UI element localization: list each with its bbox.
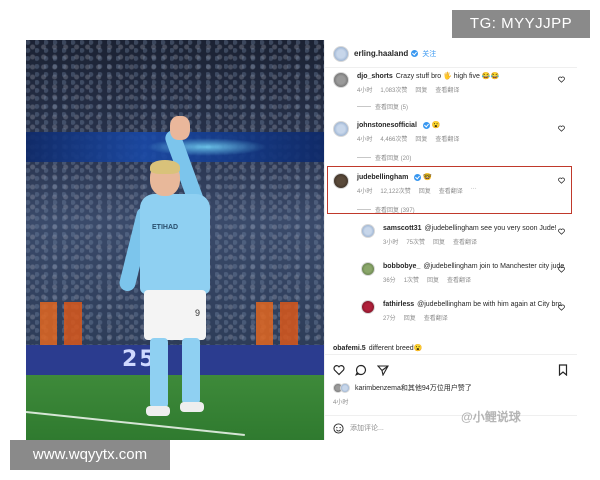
reply-likes[interactable]: 1次赞 — [404, 275, 419, 284]
likes-text[interactable]: karimbenzema和其他94万位用户赞了 — [355, 383, 472, 393]
likers-avatars — [333, 383, 350, 393]
reply-link[interactable]: 回复 — [433, 237, 445, 246]
reply-item: samscott31 @judebellingham see you very s… — [361, 224, 569, 246]
reply-link[interactable]: 回复 — [415, 134, 427, 143]
comment-text: 😮 — [431, 122, 441, 129]
heart-icon[interactable] — [558, 125, 565, 132]
view-replies[interactable]: 查看回复 (20) — [357, 153, 411, 162]
comment-text: Crazy stuff bro 🖐 high five 😂😂 — [395, 73, 500, 80]
watermark: @小鲤说球 — [461, 410, 521, 424]
comment-icon[interactable] — [355, 364, 367, 376]
translate-link[interactable]: 查看翻译 — [435, 134, 459, 143]
reply-likes[interactable]: 75次赞 — [406, 237, 425, 246]
author-username[interactable]: erling.haaland — [354, 49, 408, 58]
comment-input[interactable]: 添加评论... — [325, 415, 577, 440]
comment-username[interactable]: johnstonesofficial — [357, 122, 417, 129]
shorts-number: 9 — [194, 308, 200, 318]
commenter-avatar[interactable] — [333, 72, 349, 88]
translate-link[interactable]: 查看翻译 — [453, 237, 477, 246]
heart-icon[interactable] — [558, 228, 565, 235]
highlight-box — [327, 166, 572, 214]
instagram-panel: erling.haaland 关注 djo_shorts Crazy stuff … — [324, 40, 577, 440]
reply-link[interactable]: 回复 — [427, 275, 439, 284]
replier-avatar[interactable] — [361, 224, 375, 238]
shirt-sponsor: ETIHAD — [152, 224, 179, 231]
comment-item: djo_shorts Crazy stuff bro 🖐 high five 😂😂… — [333, 72, 569, 94]
emoji-icon[interactable] — [333, 422, 344, 434]
follow-button[interactable]: 关注 — [422, 49, 436, 59]
bookmark-icon[interactable] — [557, 364, 569, 376]
heart-icon[interactable] — [558, 266, 565, 273]
verified-icon — [422, 121, 430, 129]
comment-time: 4小时 — [357, 88, 373, 94]
reply-username[interactable]: samscott31 — [383, 225, 422, 232]
post-header: erling.haaland 关注 — [325, 40, 577, 68]
post-time: 4小时 — [333, 400, 349, 406]
reply-time: 27分 — [383, 316, 396, 322]
reply-text: @judebellingham join to Manchester city … — [423, 263, 565, 270]
commenter-avatar[interactable] — [333, 121, 349, 137]
translate-link[interactable]: 查看翻译 — [447, 275, 471, 284]
comment-placeholder: 添加评论... — [350, 425, 384, 432]
reply-link[interactable]: 回复 — [415, 85, 427, 94]
post-actions — [333, 362, 569, 378]
like-heart-icon[interactable] — [333, 364, 345, 376]
reply-time: 3小时 — [383, 240, 399, 246]
comment-username[interactable]: djo_shorts — [357, 73, 393, 80]
comment-time: 4小时 — [357, 137, 373, 143]
comment-item-partial: obafemi.5 different breed😮 — [333, 344, 569, 352]
likes-summary: karimbenzema和其他94万位用户赞了 — [333, 383, 472, 393]
player-shorts: 9 — [144, 290, 206, 340]
reply-username[interactable]: bobbobye_ — [383, 263, 420, 270]
verified-icon — [411, 50, 419, 57]
replier-avatar[interactable] — [361, 300, 375, 314]
translate-link[interactable]: 查看翻译 — [424, 313, 448, 322]
reply-link[interactable]: 回复 — [404, 313, 416, 322]
translate-link[interactable]: 查看翻译 — [435, 85, 459, 94]
heart-icon[interactable] — [558, 76, 565, 83]
post-photo[interactable]: 25 ETIHAD 9 — [26, 40, 324, 440]
author-avatar[interactable] — [333, 45, 349, 62]
comment-likes[interactable]: 4,466次赞 — [380, 134, 407, 143]
player-figure: ETIHAD 9 — [117, 110, 266, 440]
comment-text: different breed😮 — [368, 345, 423, 352]
reply-text: @judebellingham see you very soon Jude! — [424, 225, 557, 232]
section-divider — [325, 354, 577, 355]
screenshot: 25 ETIHAD 9 erling.haaland 关注 djo_shorts… — [0, 0, 600, 480]
reply-text: @judebellingham be with him again at Cit… — [417, 301, 562, 308]
comment-username[interactable]: obafemi.5 — [333, 345, 366, 352]
reply-item: bobbobye_ @judebellingham join to Manches… — [361, 262, 569, 284]
view-replies[interactable]: 查看回复 (5) — [357, 102, 408, 111]
comment-item: johnstonesofficial 😮 4小时 4,466次赞 回复 查看翻译 — [333, 121, 569, 143]
replier-avatar[interactable] — [361, 262, 375, 276]
reply-username[interactable]: fathirless — [383, 301, 414, 308]
comment-likes[interactable]: 1,083次赞 — [380, 85, 407, 94]
share-icon[interactable] — [377, 364, 389, 376]
reply-item: fathirless @judebellingham be with him ag… — [361, 300, 569, 322]
url-overlay: www.wqyytx.com — [10, 440, 170, 470]
tg-overlay: TG: MYYJJPP — [452, 10, 590, 38]
heart-icon[interactable] — [558, 304, 565, 311]
player-shirt: ETIHAD — [140, 194, 210, 294]
reply-time: 36分 — [383, 278, 396, 284]
